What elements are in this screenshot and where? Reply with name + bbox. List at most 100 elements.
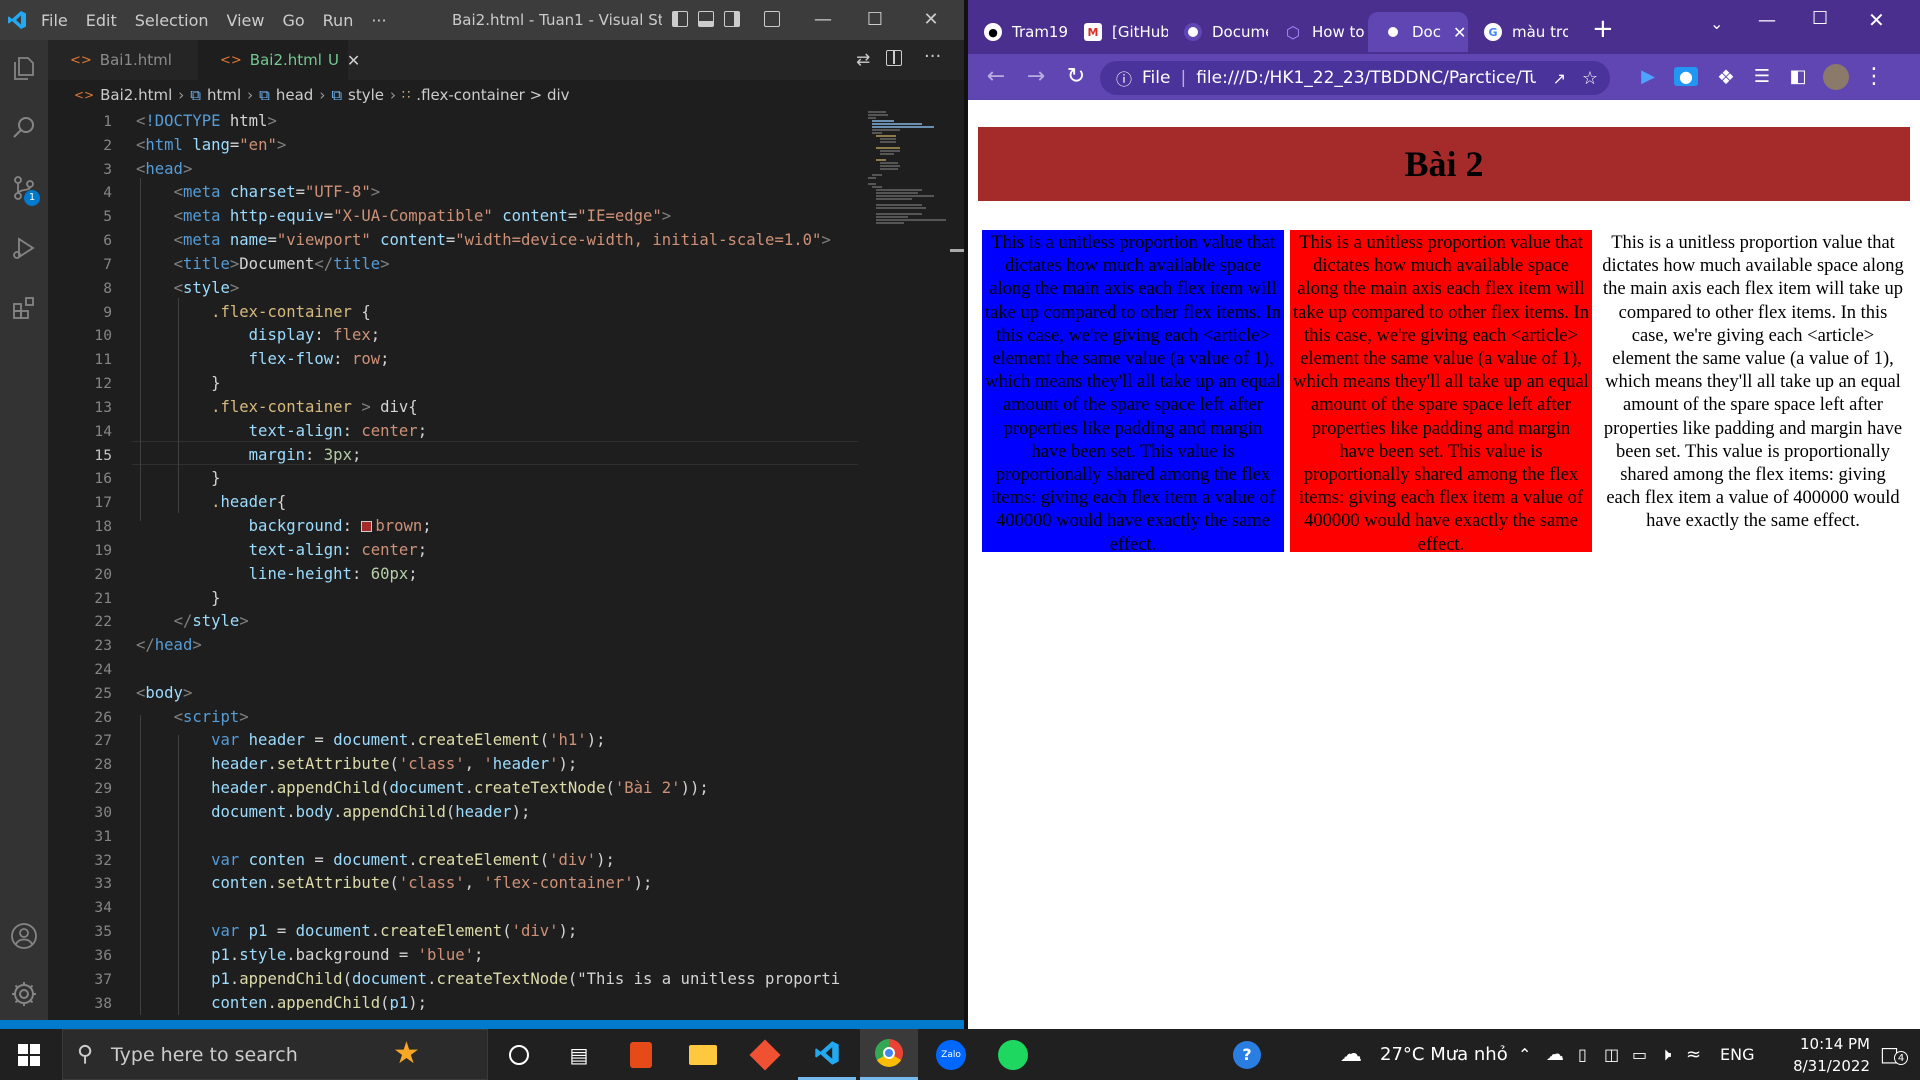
code-line[interactable]: line-height: 60px; bbox=[136, 563, 418, 587]
weather-cloud-icon[interactable]: ☁ bbox=[1340, 1029, 1362, 1080]
windows-start-icon[interactable] bbox=[0, 1029, 58, 1080]
menu-more[interactable]: ··· bbox=[362, 11, 395, 30]
source-control-icon[interactable]: 1 bbox=[0, 164, 48, 212]
code-line[interactable]: <style> bbox=[136, 277, 240, 301]
clock[interactable]: 10:14 PM 8/31/2022 bbox=[1760, 1033, 1870, 1077]
chrome-tab-howto[interactable]: ⬡ How to bbox=[1268, 12, 1368, 52]
chrome-menu-icon[interactable]: ⋮ bbox=[1856, 54, 1892, 100]
chrome-tab-doc-active[interactable]: Doc ✕ bbox=[1368, 12, 1468, 52]
share-icon[interactable]: ↗ bbox=[1553, 69, 1566, 88]
code-line[interactable]: text-align: center; bbox=[136, 420, 427, 444]
chrome-tab-github[interactable]: ● Tram19 bbox=[968, 12, 1068, 52]
explorer-icon[interactable] bbox=[0, 44, 48, 92]
menu-run[interactable]: Run bbox=[314, 11, 363, 30]
forward-arrow-icon[interactable]: → bbox=[1018, 54, 1054, 100]
code-line[interactable]: .header{ bbox=[136, 491, 286, 515]
code-line[interactable]: <meta name="viewport" content="width=dev… bbox=[136, 229, 831, 253]
minimize-button[interactable]: — bbox=[800, 0, 846, 40]
extension-drop-icon[interactable]: ● bbox=[1668, 54, 1704, 100]
address-bar[interactable]: ⓘ File | file:///D:/HK1_22_23/TBDDNC/Par… bbox=[1100, 61, 1610, 95]
code-line[interactable]: <!DOCTYPE html> bbox=[136, 110, 277, 134]
code-line[interactable]: document.body.appendChild(header); bbox=[136, 801, 530, 825]
breadcrumb-html[interactable]: html bbox=[207, 86, 241, 104]
code-line[interactable]: <body> bbox=[136, 682, 192, 706]
split-editor-icon[interactable] bbox=[886, 50, 902, 66]
menu-view[interactable]: View bbox=[218, 11, 274, 30]
code-line[interactable]: display: flex; bbox=[136, 324, 380, 348]
close-tab-icon[interactable]: ✕ bbox=[1453, 23, 1466, 42]
weather-text[interactable]: 27°C Mưa nhỏ bbox=[1380, 1029, 1508, 1080]
search-icon[interactable] bbox=[0, 104, 48, 152]
toggle-panel-icon[interactable] bbox=[698, 11, 714, 27]
code-line[interactable]: conten.appendChild(p1); bbox=[136, 992, 427, 1010]
code-line[interactable]: header.appendChild(document.createTextNo… bbox=[136, 777, 709, 801]
new-tab-icon[interactable]: + bbox=[1592, 14, 1614, 44]
code-editor[interactable]: <!DOCTYPE html> <html lang="en"> <head> <m… bbox=[136, 110, 856, 1010]
code-line[interactable]: flex-flow: row; bbox=[136, 348, 390, 372]
code-line[interactable]: text-align: center; bbox=[136, 539, 427, 563]
chrome-maximize-button[interactable]: ☐ bbox=[1812, 8, 1828, 29]
close-button[interactable]: ✕ bbox=[908, 0, 954, 40]
extension-play-icon[interactable]: ▶ bbox=[1630, 54, 1666, 100]
menu-selection[interactable]: Selection bbox=[126, 11, 218, 30]
tab-close-icon[interactable]: ✕ bbox=[347, 51, 360, 70]
code-line[interactable]: <html lang="en"> bbox=[136, 134, 286, 158]
code-line[interactable]: .flex-container { bbox=[136, 301, 371, 325]
chrome-close-button[interactable]: ✕ bbox=[1868, 8, 1885, 32]
code-line[interactable]: p1.style.background = 'blue'; bbox=[136, 944, 483, 968]
breadcrumb-style[interactable]: style bbox=[348, 86, 384, 104]
zalo-icon[interactable]: Zalo bbox=[922, 1029, 980, 1080]
code-line[interactable]: </head> bbox=[136, 634, 202, 658]
spotify-icon[interactable] bbox=[984, 1029, 1042, 1080]
device-icon[interactable]: ▯ bbox=[1578, 1029, 1587, 1080]
code-line[interactable]: header.setAttribute('class', 'header'); bbox=[136, 753, 577, 777]
code-line[interactable]: background: brown; bbox=[136, 515, 432, 539]
tab-search-chevron-icon[interactable]: ⌄ bbox=[1710, 14, 1723, 33]
open-changes-icon[interactable]: ⇄ bbox=[856, 50, 870, 70]
customize-layout-icon[interactable] bbox=[764, 11, 780, 27]
editor-scrollbar[interactable] bbox=[950, 110, 964, 1010]
taskbar-search-box[interactable]: ⚲ Type here to search ★ bbox=[62, 1029, 488, 1080]
side-panel-icon[interactable]: ◧ bbox=[1780, 54, 1816, 100]
reload-icon[interactable]: ↻ bbox=[1058, 54, 1094, 100]
chrome-tab-mautro[interactable]: Gmàu trơ bbox=[1468, 12, 1568, 52]
account-icon[interactable] bbox=[0, 912, 48, 960]
code-line[interactable]: p1.appendChild(document.createTextNode("… bbox=[136, 968, 840, 992]
code-line[interactable]: <meta charset="UTF-8"> bbox=[136, 181, 381, 205]
vscode-taskbar-icon[interactable] bbox=[798, 1029, 856, 1080]
toggle-secondary-sidebar-icon[interactable] bbox=[724, 11, 740, 27]
task-view-icon[interactable]: ▤ bbox=[550, 1029, 608, 1080]
maximize-button[interactable]: ☐ bbox=[852, 0, 898, 40]
chrome-tab-gmail[interactable]: M [GitHub bbox=[1068, 12, 1168, 52]
menu-go[interactable]: Go bbox=[273, 11, 313, 30]
code-line[interactable]: var p1 = document.createElement('div'); bbox=[136, 920, 577, 944]
code-line[interactable]: </style> bbox=[136, 610, 249, 634]
code-line[interactable]: <script> bbox=[136, 706, 249, 730]
profile-avatar[interactable] bbox=[1818, 54, 1854, 100]
chrome-tab-docume[interactable]: Docume bbox=[1168, 12, 1268, 52]
bookmark-star-icon[interactable]: ☆ bbox=[1582, 68, 1598, 89]
breadcrumb-file[interactable]: Bai2.html bbox=[100, 86, 172, 104]
back-arrow-icon[interactable]: ← bbox=[978, 54, 1014, 100]
wifi-icon[interactable]: ≈ bbox=[1686, 1029, 1701, 1080]
code-line[interactable]: <title>Document</title> bbox=[136, 253, 390, 277]
tray-chevron-up-icon[interactable]: ⌃ bbox=[1518, 1029, 1531, 1080]
menu-edit[interactable]: Edit bbox=[77, 11, 126, 30]
code-line[interactable]: conten.setAttribute('class', 'flex-conta… bbox=[136, 872, 652, 896]
minimap[interactable] bbox=[858, 110, 950, 1010]
code-line[interactable]: var header = document.createElement('h1'… bbox=[136, 729, 605, 753]
code-line[interactable]: <meta http-equiv="X-UA-Compatible" conte… bbox=[136, 205, 672, 229]
tab-bai2[interactable]: <> Bai2.html U ✕ bbox=[198, 40, 360, 80]
office-icon[interactable] bbox=[612, 1029, 670, 1080]
git-icon[interactable] bbox=[736, 1029, 794, 1080]
chrome-taskbar-icon[interactable] bbox=[860, 1029, 918, 1080]
extensions-puzzle-icon[interactable]: ❖ bbox=[1708, 54, 1744, 100]
volume-icon[interactable]: 🕨 bbox=[1660, 1029, 1671, 1080]
media-control-icon[interactable]: ☰ bbox=[1744, 54, 1780, 100]
file-explorer-icon[interactable] bbox=[674, 1029, 732, 1080]
onedrive-cloud-icon[interactable]: ☁ bbox=[1546, 1029, 1564, 1080]
breadcrumb-head[interactable]: head bbox=[276, 86, 313, 104]
chrome-minimize-button[interactable]: — bbox=[1758, 10, 1776, 31]
tab-bai1[interactable]: <> Bai1.html bbox=[48, 40, 198, 80]
monitor-icon[interactable]: ◫ bbox=[1604, 1029, 1619, 1080]
